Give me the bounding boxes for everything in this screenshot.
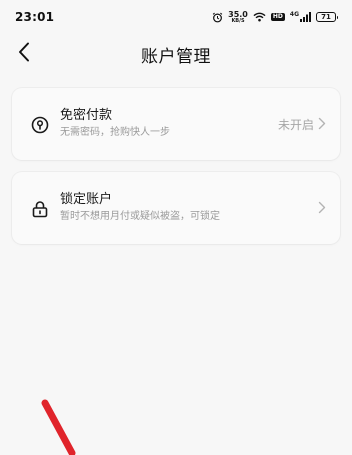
battery-icon: 71: [316, 12, 338, 22]
chevron-left-icon: [18, 42, 30, 66]
account-management-screen: 23:01 35.0 KB/S HD 4G 71 账户管理 免密付款 无需密码，…: [0, 0, 352, 455]
lock-account-item[interactable]: 锁定账户 暂时不想用月付或疑似被盗，可锁定: [12, 172, 340, 244]
status-time: 23:01: [15, 10, 55, 24]
chevron-right-icon: [318, 199, 326, 218]
chevron-right-icon: [318, 115, 326, 134]
card-right: [314, 172, 326, 244]
card-text: 锁定账户 暂时不想用月付或疑似被盗，可锁定: [60, 191, 220, 224]
navigation-bar: 账户管理: [0, 34, 352, 74]
back-button[interactable]: [10, 40, 38, 68]
status-icons: 35.0 KB/S HD 4G 71: [212, 9, 338, 24]
key-lock-icon: [30, 115, 50, 135]
wifi-icon: [253, 12, 266, 22]
status-bar: 23:01 35.0 KB/S HD 4G 71: [0, 0, 352, 34]
alarm-icon: [212, 12, 223, 23]
net-speed: 35.0 KB/S: [228, 9, 248, 24]
padlock-icon: [30, 199, 50, 219]
card-text: 免密付款 无需密码，抢购快人一步: [60, 107, 170, 140]
page-title: 账户管理: [141, 46, 211, 67]
card-subtitle: 暂时不想用月付或疑似被盗，可锁定: [60, 211, 220, 222]
card-title: 锁定账户: [60, 192, 113, 207]
password-free-payment-item[interactable]: 免密付款 无需密码，抢购快人一步 未开启: [12, 88, 340, 160]
card-title: 免密付款: [60, 108, 113, 123]
signal-icon: 4G: [290, 12, 311, 22]
card-right: 未开启: [278, 88, 326, 160]
hd-badge: HD: [270, 13, 285, 21]
status-label: 未开启: [277, 117, 314, 132]
card-subtitle: 无需密码，抢购快人一步: [60, 127, 170, 138]
